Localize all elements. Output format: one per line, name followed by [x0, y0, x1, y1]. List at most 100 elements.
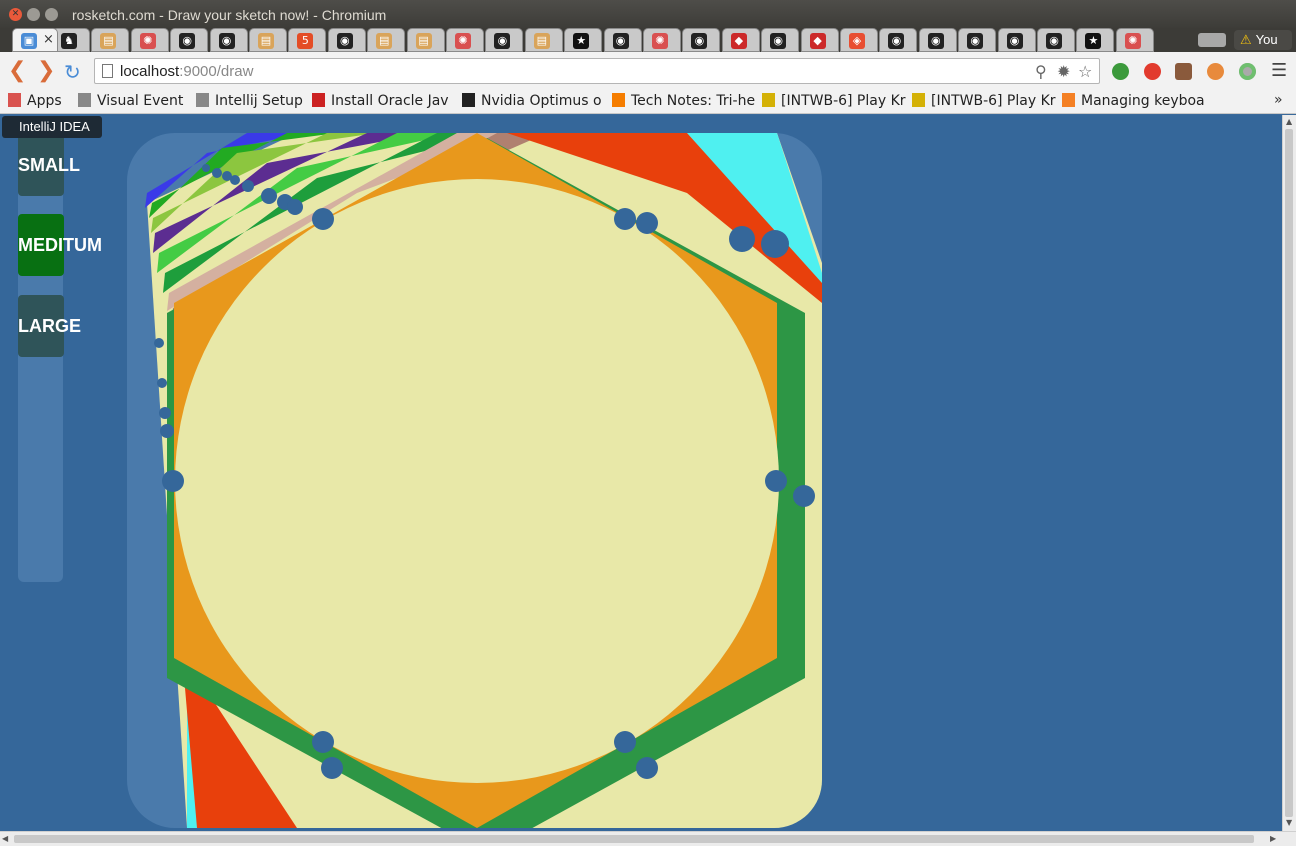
tab-1[interactable]: ▣ ×: [12, 28, 58, 52]
scroll-right-icon[interactable]: ▶: [1270, 834, 1276, 843]
address-bar[interactable]: localhost:9000/draw ⚲ ✹ ☆: [94, 58, 1100, 84]
control-point[interactable]: [162, 470, 184, 492]
control-point[interactable]: [614, 731, 636, 753]
control-point[interactable]: [614, 208, 636, 230]
bookmark-star-icon[interactable]: ☆: [1078, 62, 1092, 81]
scroll-up-icon[interactable]: ▲: [1286, 117, 1292, 126]
tab-18[interactable]: ◉: [682, 28, 721, 52]
tab-12[interactable]: ✺: [446, 28, 484, 52]
control-point[interactable]: [157, 378, 167, 388]
horizontal-scrollbar[interactable]: ◀ ▶: [0, 831, 1296, 846]
bookmark-item[interactable]: [INTWB-6] Play Kr: [912, 91, 1056, 111]
download-icon[interactable]: [1144, 63, 1161, 80]
tab-9[interactable]: ◉: [327, 28, 366, 52]
tab-19[interactable]: ◆: [721, 28, 760, 52]
tab-22[interactable]: ◈: [840, 28, 878, 52]
bookmarks-overflow-icon[interactable]: »: [1274, 92, 1283, 108]
tab-5[interactable]: ◉: [170, 28, 209, 52]
vertical-scrollbar[interactable]: ▲ ▼: [1282, 115, 1296, 831]
bookmark-item[interactable]: Tech Notes: Tri-he: [612, 91, 755, 111]
control-point[interactable]: [636, 212, 658, 234]
tab-17[interactable]: ✺: [643, 28, 681, 52]
control-point[interactable]: [287, 199, 303, 215]
tab-6[interactable]: ◉: [209, 28, 248, 52]
tab-14[interactable]: ▤: [524, 28, 563, 52]
vertical-scroll-thumb[interactable]: [1285, 129, 1293, 817]
scroll-left-icon[interactable]: ◀: [2, 834, 8, 843]
html5-icon: 5: [297, 33, 314, 49]
window-title: rosketch.com - Draw your sketch now! - C…: [72, 7, 387, 23]
tab-15[interactable]: ★: [564, 28, 603, 52]
evernote-icon[interactable]: [1112, 63, 1129, 80]
chrome-menu-icon[interactable]: ☰: [1271, 60, 1287, 81]
bookmark-item[interactable]: Visual Event: [78, 91, 183, 111]
search-icon[interactable]: ⚲: [1035, 62, 1047, 81]
window-close-button[interactable]: ✕: [9, 8, 22, 21]
size-button-meditum[interactable]: MEDITUM: [18, 214, 102, 276]
window-minimize-button[interactable]: [27, 8, 40, 21]
control-point[interactable]: [242, 180, 254, 192]
size-button-small[interactable]: SMALL: [18, 134, 80, 196]
tab-13[interactable]: ◉: [485, 28, 524, 52]
control-point[interactable]: [793, 485, 815, 507]
control-point[interactable]: [202, 164, 210, 172]
bookmark-item[interactable]: Apps: [8, 91, 62, 111]
github-icon: ◉: [1006, 33, 1023, 49]
size-button-large[interactable]: LARGE: [18, 295, 81, 357]
control-point[interactable]: [729, 226, 755, 252]
tab-10[interactable]: ▤: [367, 28, 406, 52]
forward-button[interactable]: ❯: [37, 60, 55, 82]
bookmark-item[interactable]: [INTWB-6] Play Kr: [762, 91, 906, 111]
drawing-canvas[interactable]: [127, 133, 822, 828]
reload-button[interactable]: ↻: [64, 61, 81, 83]
new-tab-button[interactable]: [1198, 33, 1226, 47]
tab-25[interactable]: ◉: [958, 28, 997, 52]
status-icon[interactable]: [1239, 63, 1256, 80]
tab-27[interactable]: ◉: [1037, 28, 1075, 52]
page-icon: [196, 93, 209, 107]
sketch-drawing[interactable]: [127, 133, 822, 828]
tab-7[interactable]: ▤: [249, 28, 287, 52]
bookmark-item[interactable]: Managing keyboa: [1062, 91, 1205, 111]
tab-23[interactable]: ◉: [879, 28, 918, 52]
tab-16[interactable]: ◉: [603, 28, 642, 52]
bookmark-item[interactable]: Install Oracle Jav: [312, 91, 449, 111]
tab-3[interactable]: ▤: [91, 28, 130, 52]
tab-20[interactable]: ◉: [761, 28, 800, 52]
profile-button[interactable]: ⚠ You: [1234, 30, 1292, 50]
bookmark-item[interactable]: Nvidia Optimus o: [462, 91, 602, 111]
film-icon[interactable]: [1175, 63, 1192, 80]
tab-21[interactable]: ◆: [800, 28, 839, 52]
scroll-down-icon[interactable]: ▼: [1286, 818, 1292, 827]
tab-close-icon[interactable]: ×: [43, 32, 54, 47]
tab-29[interactable]: ✺: [1115, 28, 1154, 52]
bookmark-item[interactable]: Intellij Setup: [196, 91, 303, 111]
control-point[interactable]: [154, 338, 164, 348]
github-icon: ◉: [612, 33, 629, 49]
control-point[interactable]: [312, 208, 334, 230]
title-bar: ✕ rosketch.com - Draw your sketch now! -…: [0, 0, 1296, 30]
control-point[interactable]: [212, 168, 222, 178]
tab-4[interactable]: ✺: [130, 28, 169, 52]
pinwheel-icon: ✺: [652, 33, 668, 49]
extension-gear-icon[interactable]: ✹: [1057, 62, 1070, 81]
control-point[interactable]: [222, 171, 232, 181]
window-maximize-button[interactable]: [45, 8, 58, 21]
tab-28[interactable]: ★: [1076, 28, 1115, 52]
control-point[interactable]: [159, 407, 171, 419]
control-point[interactable]: [636, 757, 658, 779]
control-point[interactable]: [765, 470, 787, 492]
control-point[interactable]: [761, 230, 789, 258]
tab-11[interactable]: ▤: [406, 28, 445, 52]
control-point[interactable]: [160, 424, 174, 438]
github-icon: ◉: [494, 33, 511, 49]
owl-icon[interactable]: [1207, 63, 1224, 80]
tab-8[interactable]: 5: [288, 28, 327, 52]
control-point[interactable]: [261, 188, 277, 204]
tab-26[interactable]: ◉: [997, 28, 1036, 52]
back-button[interactable]: ❮: [8, 60, 26, 82]
control-point[interactable]: [321, 757, 343, 779]
tab-24[interactable]: ◉: [918, 28, 957, 52]
control-point[interactable]: [312, 731, 334, 753]
horizontal-scroll-thumb[interactable]: [14, 835, 1254, 843]
